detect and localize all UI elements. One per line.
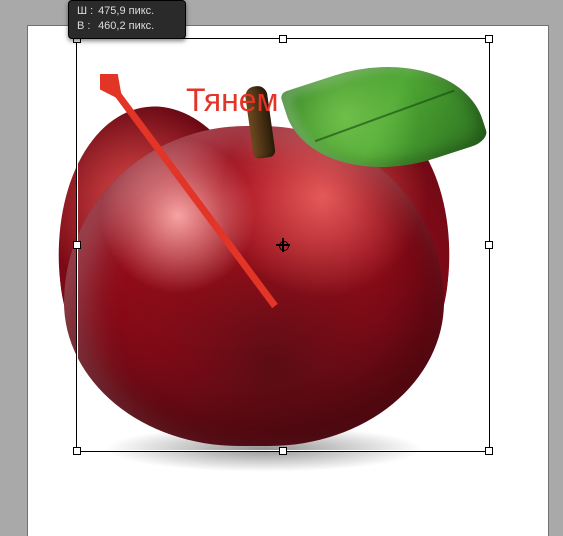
transform-handle-bottom-middle[interactable] (279, 447, 287, 455)
tooltip-width-key: Ш : (77, 4, 95, 19)
transform-handle-bottom-right[interactable] (485, 447, 493, 455)
document-canvas[interactable]: Тянем (28, 26, 548, 536)
editor-viewport: Тянем Ш : 475,9 пикс. В : 460,2 пикс. (0, 0, 563, 536)
transform-handle-top-middle[interactable] (279, 35, 287, 43)
free-transform-bounding-box[interactable] (76, 38, 490, 452)
transform-handle-bottom-left[interactable] (73, 447, 81, 455)
tooltip-width-value: 475,9 пикс. (98, 5, 154, 17)
transform-handle-middle-left[interactable] (73, 241, 81, 249)
transform-dimensions-tooltip: Ш : 475,9 пикс. В : 460,2 пикс. (68, 0, 186, 39)
transform-handle-middle-right[interactable] (485, 241, 493, 249)
transform-center-marker[interactable] (276, 238, 290, 252)
tooltip-height-key: В : (77, 19, 95, 34)
transform-handle-top-right[interactable] (485, 35, 493, 43)
tooltip-height-value: 460,2 пикс. (98, 20, 154, 32)
